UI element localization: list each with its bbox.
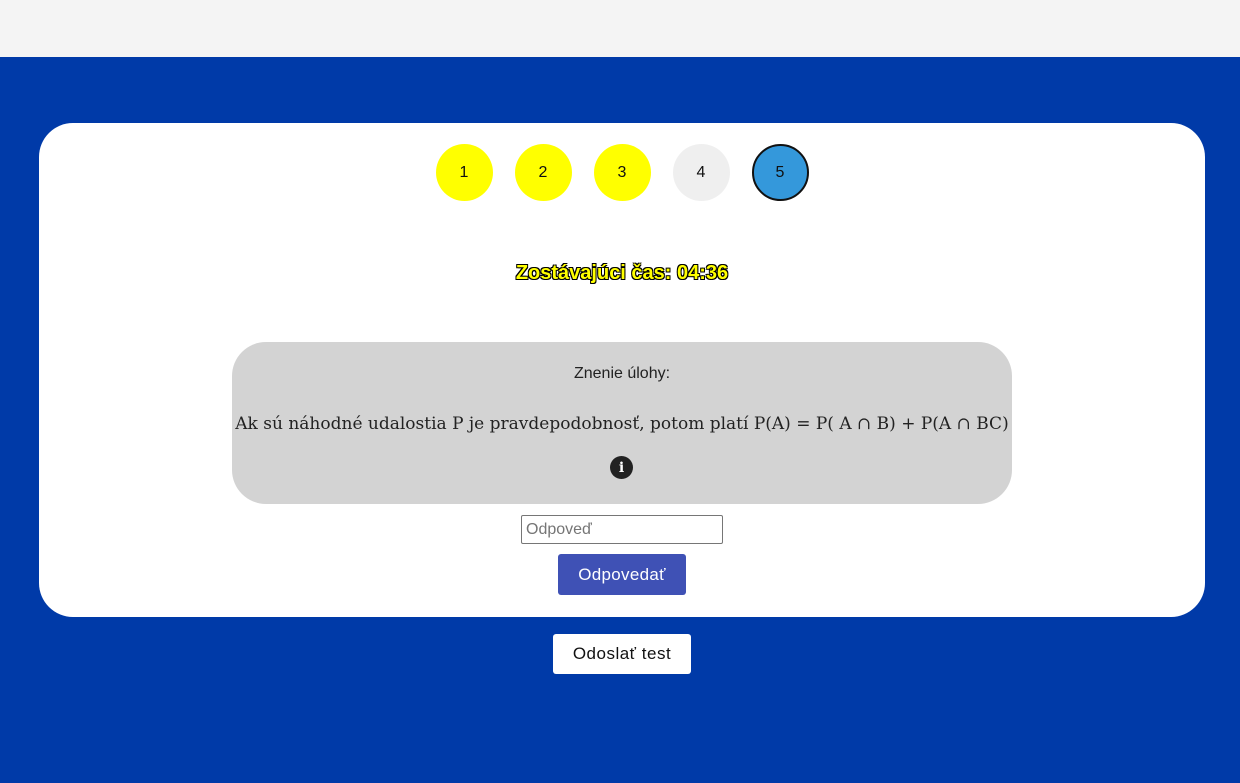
top-bar <box>0 0 1240 57</box>
answer-input[interactable] <box>521 515 723 544</box>
task-title: Znenie úlohy: <box>573 365 671 382</box>
question-4-button[interactable]: 4 <box>672 144 730 201</box>
answer-button[interactable]: Odpovedať <box>558 554 686 595</box>
task-box: Znenie úlohy: Ak sú náhodné udalostia P … <box>232 342 1012 504</box>
question-navigation: 1 2 3 4 5 <box>39 144 1205 201</box>
question-2-button[interactable]: 2 <box>514 144 572 201</box>
remaining-time: Zostávajúci čas: 04:36 <box>515 262 729 284</box>
question-3-button[interactable]: 3 <box>593 144 651 201</box>
question-1-button[interactable]: 1 <box>435 144 493 201</box>
task-text: Ak sú náhodné udalostia P je pravdepodob… <box>235 414 1009 434</box>
info-icon[interactable]: i <box>610 456 633 479</box>
test-card: 1 2 3 4 5 Zostávajúci čas: 04:36 Znenie … <box>39 123 1205 617</box>
question-5-button[interactable]: 5 <box>751 144 809 201</box>
submit-test-button[interactable]: Odoslať test <box>553 634 691 674</box>
